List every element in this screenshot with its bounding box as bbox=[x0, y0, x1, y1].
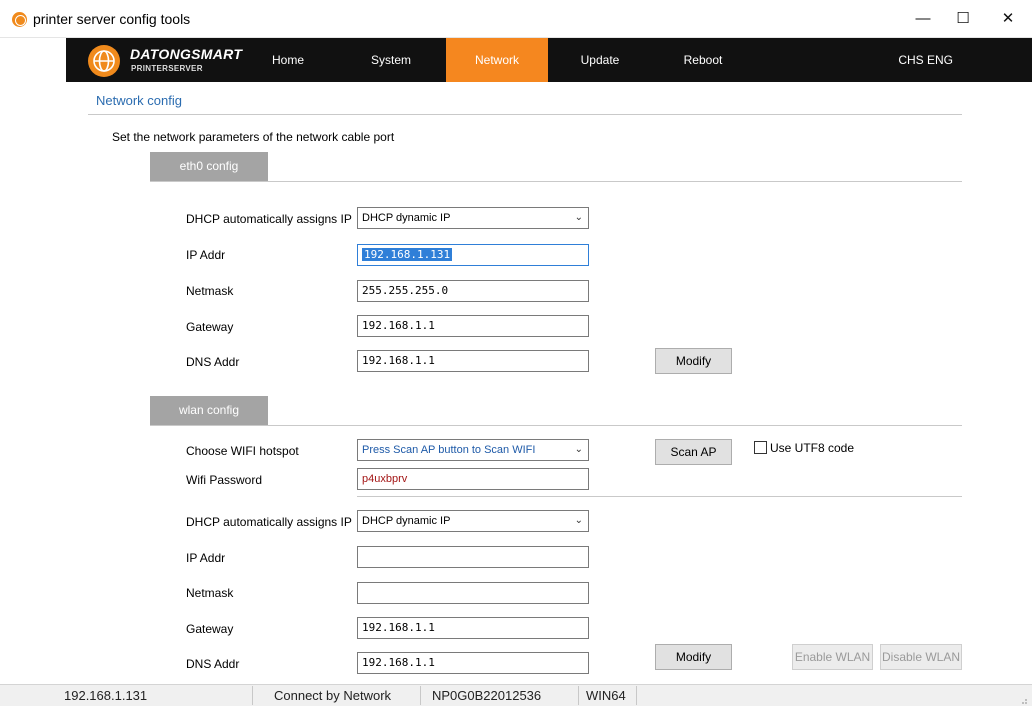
enable-wlan-button[interactable]: Enable WLAN bbox=[792, 644, 873, 670]
wlan-netmask-label: Netmask bbox=[186, 586, 234, 600]
wlan-password-label: Wifi Password bbox=[186, 473, 263, 487]
status-separator bbox=[578, 686, 579, 705]
close-button[interactable]: ✕ bbox=[985, 6, 1031, 32]
eth0-modify-button[interactable]: Modify bbox=[655, 348, 732, 374]
wlan-hotspot-value: Press Scan AP button to Scan WIFI bbox=[362, 444, 536, 456]
wlan-gateway-field[interactable]: 192.168.1.1 bbox=[357, 617, 589, 639]
eth0-ip-value: 192.168.1.131 bbox=[362, 248, 453, 261]
chevron-down-icon: ⌄ bbox=[574, 515, 583, 526]
wlan-inner-divider bbox=[357, 496, 962, 497]
utf8-checkbox[interactable] bbox=[754, 441, 767, 454]
page-title: Network config bbox=[96, 93, 182, 108]
tab-eth0-config[interactable]: eth0 config bbox=[150, 152, 268, 181]
wlan-divider bbox=[150, 425, 962, 426]
wlan-dns-label: DNS Addr bbox=[186, 657, 240, 671]
status-serial: NP0G0B22012536 bbox=[432, 688, 542, 703]
nav-reboot[interactable]: Reboot bbox=[672, 38, 734, 82]
maximize-button[interactable]: ☐ bbox=[940, 6, 986, 32]
eth0-gateway-field[interactable]: 192.168.1.1 bbox=[357, 315, 589, 337]
eth0-ip-field[interactable]: 192.168.1.131 bbox=[357, 244, 589, 266]
wlan-password-field[interactable]: p4uxbprv bbox=[357, 468, 589, 490]
eth0-dhcp-value: DHCP dynamic IP bbox=[362, 212, 451, 224]
disable-wlan-button[interactable]: Disable WLAN bbox=[880, 644, 962, 670]
eth0-dns-label: DNS Addr bbox=[186, 355, 240, 369]
wlan-dhcp-label: DHCP automatically assigns IP bbox=[186, 515, 352, 529]
nav-update[interactable]: Update bbox=[570, 38, 630, 82]
eth0-netmask-label: Netmask bbox=[186, 284, 234, 298]
logo-brand: DATONGSMART bbox=[130, 46, 243, 62]
status-platform: WIN64 bbox=[586, 688, 626, 703]
wlan-dns-field[interactable]: 192.168.1.1 bbox=[357, 652, 589, 674]
wlan-ip-label: IP Addr bbox=[186, 551, 226, 565]
utf8-label: Use UTF8 code bbox=[770, 441, 855, 455]
app-icon bbox=[12, 12, 27, 27]
status-separator bbox=[636, 686, 637, 705]
wlan-netmask-field[interactable] bbox=[357, 582, 589, 604]
lang-chs[interactable]: CHS bbox=[897, 38, 925, 82]
nav-home[interactable]: Home bbox=[258, 38, 318, 82]
eth0-dhcp-label: DHCP automatically assigns IP bbox=[186, 212, 352, 226]
wlan-hotspot-select[interactable]: Press Scan AP button to Scan WIFI ⌄ bbox=[357, 439, 589, 461]
wlan-dhcp-select[interactable]: DHCP dynamic IP ⌄ bbox=[357, 510, 589, 532]
logo-subtitle: PRINTERSERVER bbox=[131, 64, 203, 73]
eth0-gateway-label: Gateway bbox=[186, 320, 234, 334]
scan-ap-button[interactable]: Scan AP bbox=[655, 439, 732, 465]
eth0-ip-label: IP Addr bbox=[186, 248, 226, 262]
wlan-dhcp-value: DHCP dynamic IP bbox=[362, 515, 451, 527]
nav-network[interactable]: Network bbox=[446, 38, 548, 82]
wlan-hotspot-label: Choose WIFI hotspot bbox=[186, 444, 299, 458]
status-separator bbox=[252, 686, 253, 705]
eth0-netmask-field[interactable]: 255.255.255.0 bbox=[357, 280, 589, 302]
resize-grip-icon[interactable] bbox=[1018, 694, 1028, 704]
eth0-dns-field[interactable]: 192.168.1.1 bbox=[357, 350, 589, 372]
page-description: Set the network parameters of the networ… bbox=[112, 130, 395, 144]
tab-wlan-config[interactable]: wlan config bbox=[150, 396, 268, 425]
title-divider bbox=[88, 114, 962, 115]
status-ip: 192.168.1.131 bbox=[64, 688, 148, 703]
chevron-down-icon: ⌄ bbox=[574, 444, 583, 455]
wlan-ip-field[interactable] bbox=[357, 546, 589, 568]
nav-system[interactable]: System bbox=[358, 38, 424, 82]
status-separator bbox=[420, 686, 421, 705]
window-title: printer server config tools bbox=[33, 11, 191, 27]
logo-icon bbox=[88, 45, 120, 77]
wlan-modify-button[interactable]: Modify bbox=[655, 644, 732, 670]
status-connection: Connect by Network bbox=[274, 688, 392, 703]
eth0-dhcp-select[interactable]: DHCP dynamic IP ⌄ bbox=[357, 207, 589, 229]
chevron-down-icon: ⌄ bbox=[574, 212, 583, 223]
wlan-gateway-label: Gateway bbox=[186, 622, 234, 636]
lang-eng[interactable]: ENG bbox=[926, 38, 954, 82]
eth0-divider bbox=[150, 181, 962, 182]
